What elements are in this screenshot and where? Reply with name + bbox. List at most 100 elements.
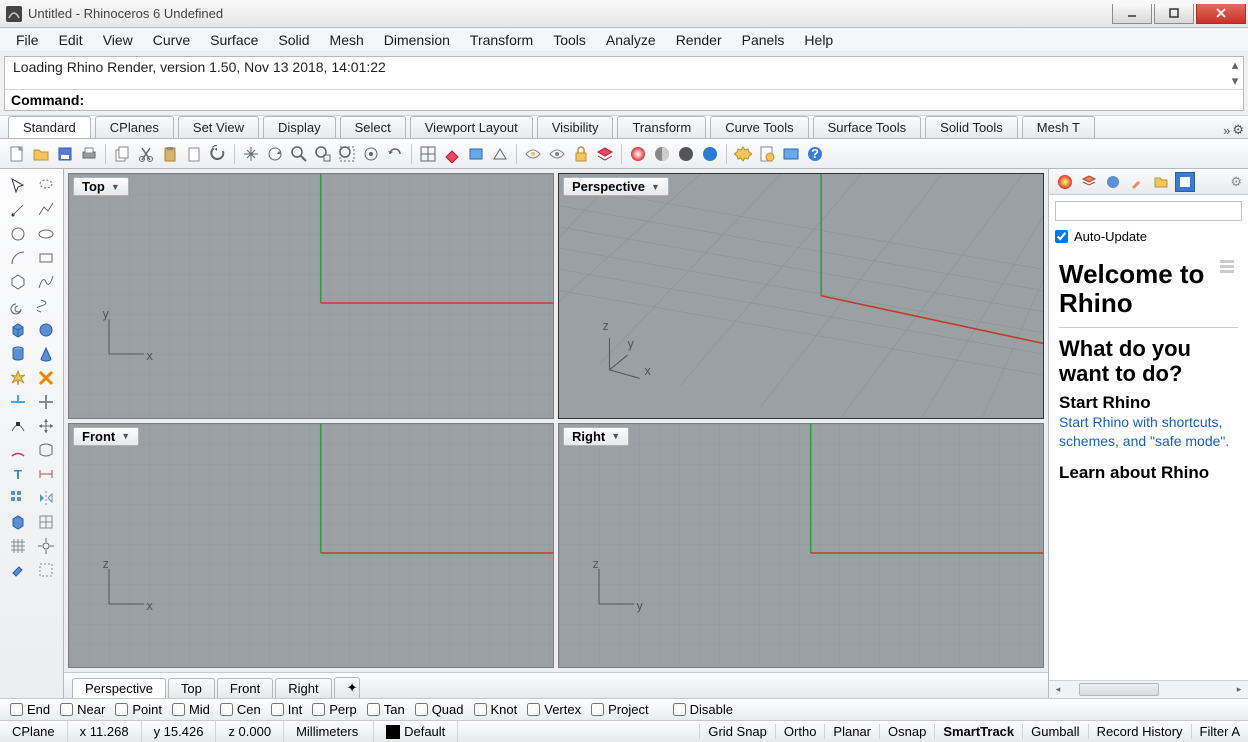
box-icon[interactable] [7, 319, 29, 341]
surface-icon[interactable] [35, 439, 57, 461]
scroll-thumb[interactable] [1079, 683, 1159, 696]
drag-handle-icon[interactable] [1220, 260, 1234, 273]
zoom-icon[interactable] [288, 143, 310, 165]
command-input[interactable] [88, 92, 1237, 108]
copy-icon[interactable] [111, 143, 133, 165]
menu-surface[interactable]: Surface [200, 29, 268, 51]
text-icon[interactable]: T [7, 463, 29, 485]
gear-icon[interactable]: ⚙ [1230, 174, 1242, 190]
tooltab-select[interactable]: Select [340, 116, 406, 138]
set-view-icon[interactable] [489, 143, 511, 165]
menu-file[interactable]: File [6, 29, 49, 51]
menu-dimension[interactable]: Dimension [374, 29, 460, 51]
zoom-window-icon[interactable] [336, 143, 358, 165]
osnap-point[interactable]: Point [115, 702, 162, 717]
viewport-top[interactable]: Top▼ x y [68, 173, 554, 419]
ellipse-icon[interactable] [35, 223, 57, 245]
open-icon[interactable] [30, 143, 52, 165]
osnap-perp[interactable]: Perp [312, 702, 356, 717]
viewtab-top[interactable]: Top [168, 678, 215, 698]
menu-transform[interactable]: Transform [460, 29, 543, 51]
osnap-tan[interactable]: Tan [367, 702, 405, 717]
four-viewport-icon[interactable] [417, 143, 439, 165]
display-tab-icon[interactable] [1103, 172, 1123, 192]
toggle-recordhistory[interactable]: Record History [1088, 724, 1191, 739]
toggle-filter[interactable]: Filter A [1191, 724, 1248, 739]
pointedit-icon[interactable] [7, 415, 29, 437]
tooltab-cplanes[interactable]: CPlanes [95, 116, 174, 138]
chevron-down-icon[interactable]: ▼ [611, 431, 620, 441]
sphere-icon[interactable] [35, 319, 57, 341]
more-icon[interactable] [35, 559, 57, 581]
menu-mesh[interactable]: Mesh [320, 29, 374, 51]
library-tab-icon[interactable] [1151, 172, 1171, 192]
scroll-left-icon[interactable]: ◂ [1049, 681, 1067, 698]
layer-icon[interactable] [594, 143, 616, 165]
print-icon[interactable] [78, 143, 100, 165]
zoom-extents-icon[interactable] [312, 143, 334, 165]
menu-tools[interactable]: Tools [543, 29, 596, 51]
mesh-icon[interactable] [35, 511, 57, 533]
tooltab-meshtools[interactable]: Mesh T [1022, 116, 1095, 138]
array-icon[interactable] [7, 487, 29, 509]
toggle-osnap[interactable]: Osnap [879, 724, 934, 739]
point-icon[interactable] [7, 199, 29, 221]
snap-icon[interactable] [35, 535, 57, 557]
tooltab-overflow[interactable]: »⚙ [1219, 122, 1248, 138]
viewport-right[interactable]: Right▼ y z [558, 423, 1044, 669]
help-tab-icon[interactable] [1175, 172, 1195, 192]
split-icon[interactable] [35, 391, 57, 413]
menu-help[interactable]: Help [794, 29, 843, 51]
auto-update-checkbox[interactable]: Auto-Update [1055, 229, 1242, 244]
viewport-title-perspective[interactable]: Perspective▼ [563, 177, 669, 196]
chevron-down-icon[interactable]: ▼ [111, 182, 120, 192]
rotate-icon[interactable] [264, 143, 286, 165]
undo-icon[interactable] [207, 143, 229, 165]
object-properties-icon[interactable] [780, 143, 802, 165]
circle-icon[interactable] [7, 223, 29, 245]
osnap-disable[interactable]: Disable [673, 702, 733, 717]
osnap-project[interactable]: Project [591, 702, 648, 717]
viewtab-add[interactable]: ✦ [334, 677, 360, 698]
render-preview-icon[interactable] [675, 143, 697, 165]
osnap-near[interactable]: Near [60, 702, 105, 717]
toggle-gumball[interactable]: Gumball [1022, 724, 1087, 739]
help-scrollbar[interactable]: ◂ ▸ [1049, 680, 1248, 698]
zoom-selected-icon[interactable] [360, 143, 382, 165]
helix-icon[interactable] [35, 295, 57, 317]
explode-icon[interactable] [7, 367, 29, 389]
toggle-planar[interactable]: Planar [824, 724, 879, 739]
move-icon[interactable] [35, 415, 57, 437]
paint-icon[interactable] [7, 559, 29, 581]
viewtab-perspective[interactable]: Perspective [72, 678, 166, 698]
menu-edit[interactable]: Edit [49, 29, 93, 51]
hide-icon[interactable] [522, 143, 544, 165]
viewport-title-front[interactable]: Front▼ [73, 427, 139, 446]
brush-tab-icon[interactable] [1127, 172, 1147, 192]
status-units[interactable]: Millimeters [284, 721, 374, 742]
menu-analyze[interactable]: Analyze [596, 29, 666, 51]
render-icon[interactable] [627, 143, 649, 165]
help-start-link[interactable]: Start Rhino with shortcuts, schemes, and… [1059, 413, 1238, 451]
cone-icon[interactable] [35, 343, 57, 365]
join-icon[interactable] [35, 367, 57, 389]
lasso-icon[interactable] [35, 175, 57, 197]
status-layer[interactable]: Default [374, 721, 458, 742]
spiral-icon[interactable] [7, 295, 29, 317]
menu-panels[interactable]: Panels [732, 29, 795, 51]
pointer-icon[interactable] [7, 175, 29, 197]
viewport-front[interactable]: Front▼ x z [68, 423, 554, 669]
grid-icon[interactable] [7, 535, 29, 557]
toggle-gridsnap[interactable]: Grid Snap [699, 724, 775, 739]
osnap-int[interactable]: Int [271, 702, 302, 717]
paste-icon[interactable] [159, 143, 181, 165]
tooltab-display[interactable]: Display [263, 116, 336, 138]
solid-icon[interactable] [7, 511, 29, 533]
close-button[interactable] [1196, 4, 1246, 24]
cplane-icon[interactable] [441, 143, 463, 165]
new-icon[interactable] [6, 143, 28, 165]
chevron-down-icon[interactable]: ▼ [651, 182, 660, 192]
edge-icon[interactable] [7, 439, 29, 461]
named-view-icon[interactable] [465, 143, 487, 165]
shade-icon[interactable] [651, 143, 673, 165]
